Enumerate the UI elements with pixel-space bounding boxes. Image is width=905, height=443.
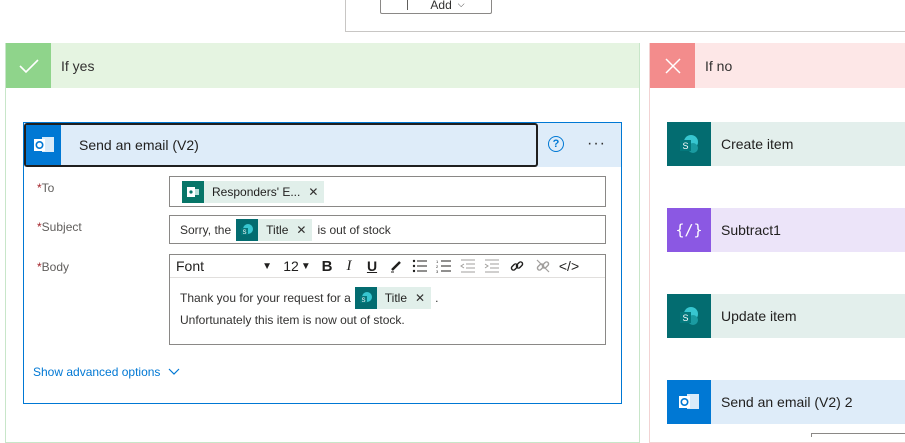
body-line1-suffix: . <box>435 291 439 305</box>
title-token[interactable]: S Title ✕ <box>236 218 313 241</box>
plus-icon <box>407 0 409 10</box>
more-options-icon[interactable]: ··· <box>587 135 606 153</box>
to-label: *To <box>37 181 55 195</box>
remove-token-icon[interactable]: ✕ <box>308 185 318 199</box>
sharepoint-icon: S <box>667 122 711 166</box>
show-advanced-options-link[interactable]: Show advanced options <box>33 365 180 379</box>
font-size-select[interactable]: 12 ▼ <box>278 255 316 277</box>
bulleted-list-icon[interactable] <box>408 255 432 277</box>
rich-text-toolbar: Font ▼ 12 ▼ B I U 123 </> <box>170 255 605 278</box>
body-line2: Unfortunately this item is now out of st… <box>180 313 405 327</box>
italic-icon[interactable]: I <box>338 255 360 277</box>
code-view-icon[interactable]: </> <box>556 255 582 277</box>
sharepoint-icon: S <box>354 287 377 309</box>
link-icon[interactable] <box>504 255 530 277</box>
forms-icon <box>182 181 204 203</box>
subject-field[interactable]: Sorry, the S Title ✕ is out of stock <box>169 215 606 244</box>
send-email-card-header[interactable]: Send an email (V2) ? ··· <box>24 123 621 167</box>
card-title[interactable]: Send an email (V2) <box>79 137 199 153</box>
subject-label: *Subject <box>37 220 82 234</box>
variable-icon: {∕} <box>667 208 711 252</box>
highlight-icon[interactable] <box>384 255 408 277</box>
caret-down-icon: ▼ <box>300 260 311 272</box>
chevron-down-icon: ⌵ <box>457 0 465 9</box>
create-item-card[interactable]: S Create item <box>667 122 905 166</box>
decrease-indent-icon[interactable] <box>456 255 480 277</box>
remove-token-icon[interactable]: ✕ <box>415 287 425 309</box>
if-no-header[interactable]: If no <box>650 43 905 88</box>
sharepoint-icon: S <box>667 294 711 338</box>
svg-text:S: S <box>361 298 365 304</box>
svg-text:3: 3 <box>436 269 439 273</box>
outlook-icon <box>26 125 61 165</box>
body-label: *Body <box>37 260 70 274</box>
add-label: Add <box>430 0 452 12</box>
svg-text:S: S <box>683 141 689 151</box>
svg-text:S: S <box>683 313 689 323</box>
update-item-card[interactable]: S Update item <box>667 294 905 338</box>
subject-prefix: Sorry, the <box>180 222 232 237</box>
check-icon <box>6 43 51 88</box>
body-line1-prefix: Thank you for your request for a <box>180 291 351 305</box>
underline-icon[interactable]: U <box>360 255 384 277</box>
sharepoint-icon: S <box>236 218 259 241</box>
send-email-card: Send an email (V2) ? ··· *To Responders'… <box>23 122 622 404</box>
close-icon <box>650 43 695 88</box>
subject-suffix: is out of stock <box>317 222 391 237</box>
send-email-2-card[interactable]: Send an email (V2) 2 <box>667 380 905 424</box>
increase-indent-icon[interactable] <box>480 255 504 277</box>
unlink-icon[interactable] <box>530 255 556 277</box>
if-no-label: If no <box>705 57 733 74</box>
add-button[interactable]: Add ⌵ <box>380 0 492 14</box>
send-email-2-body <box>667 424 905 437</box>
body-title-token[interactable]: S Title ✕ <box>354 287 432 309</box>
body-editor[interactable]: Font ▼ 12 ▼ B I U 123 </> Thank you for … <box>169 254 606 345</box>
to-field[interactable]: Responders' E... ✕ <box>169 176 606 207</box>
send-email-title-bar[interactable]: Send an email (V2) <box>24 123 538 167</box>
font-select[interactable]: Font ▼ <box>170 255 278 277</box>
bold-icon[interactable]: B <box>316 255 338 277</box>
caret-down-icon: ▼ <box>262 260 272 272</box>
help-icon[interactable]: ? <box>548 136 564 152</box>
if-yes-header[interactable]: If yes <box>6 43 639 88</box>
remove-token-icon[interactable]: ✕ <box>296 223 306 237</box>
numbered-list-icon[interactable]: 123 <box>432 255 456 277</box>
body-content[interactable]: Thank you for your request for a S Title… <box>180 287 438 331</box>
if-yes-label: If yes <box>61 57 95 74</box>
outlook-icon <box>667 380 711 424</box>
chevron-down-icon <box>169 368 180 375</box>
responders-email-token[interactable]: Responders' E... ✕ <box>182 181 325 203</box>
svg-text:S: S <box>243 230 247 236</box>
subtract1-card[interactable]: {∕} Subtract1 <box>667 208 905 252</box>
